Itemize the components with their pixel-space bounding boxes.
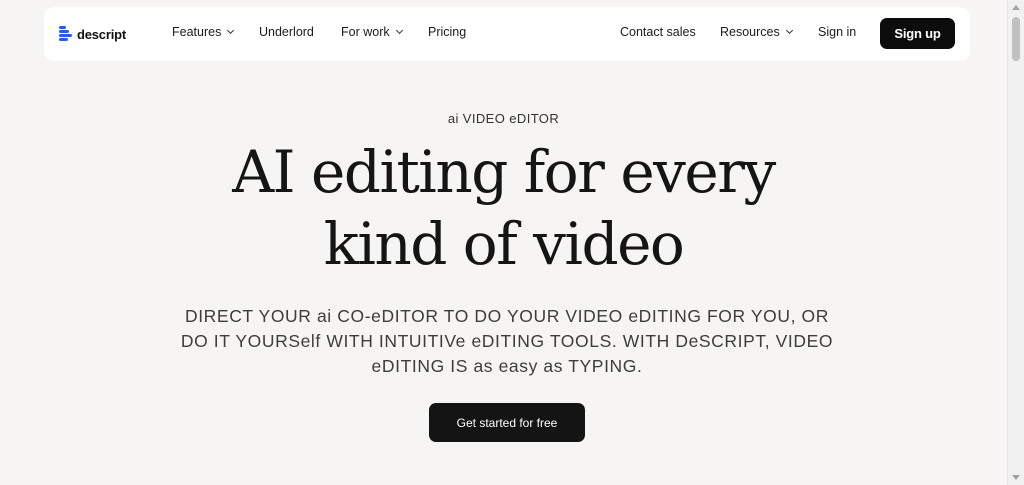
chevron-down-icon bbox=[395, 26, 403, 35]
chevron-down-icon bbox=[227, 26, 235, 35]
hero-headline-line-2: kind of video bbox=[323, 210, 685, 278]
brand-name: descript bbox=[77, 26, 126, 42]
get-started-button[interactable]: Get started for free bbox=[429, 403, 585, 442]
vertical-scrollbar[interactable] bbox=[1007, 0, 1024, 485]
descript-logo-icon bbox=[59, 26, 72, 42]
scrollbar-thumb[interactable] bbox=[1012, 17, 1020, 61]
sign-up-button[interactable]: Sign up bbox=[880, 18, 955, 49]
hero-headline-line-1: AI editing for every bbox=[232, 138, 776, 206]
nav-item-contact-sales[interactable]: Contact sales bbox=[620, 25, 696, 39]
scroll-down-arrow-icon[interactable] bbox=[1012, 475, 1020, 480]
top-navbar: descript Features Underlord For work Pri… bbox=[44, 7, 970, 61]
hero-headline: AI editing for every kind of video bbox=[0, 136, 1007, 280]
nav-item-label: Resources bbox=[720, 25, 780, 39]
hero-eyebrow: ai VIDEO eDITOR bbox=[447, 111, 560, 126]
nav-item-label: Pricing bbox=[428, 25, 467, 39]
nav-item-label: Features bbox=[172, 25, 222, 39]
brand-logo-link[interactable]: descript bbox=[59, 26, 126, 42]
nav-item-for-work[interactable]: For work bbox=[341, 25, 403, 39]
nav-item-features[interactable]: Features bbox=[172, 25, 235, 39]
nav-item-pricing[interactable]: Pricing bbox=[428, 25, 466, 39]
nav-item-label: Sign in bbox=[818, 25, 857, 39]
chevron-down-icon bbox=[785, 26, 793, 35]
nav-item-label: Contact sales bbox=[620, 25, 696, 39]
scroll-up-arrow-icon[interactable] bbox=[1012, 5, 1020, 10]
nav-item-underlord[interactable]: Underlord bbox=[259, 25, 314, 39]
nav-item-label: Underlord bbox=[259, 25, 314, 39]
nav-item-label: For work bbox=[341, 25, 390, 39]
nav-item-sign-in[interactable]: Sign in bbox=[818, 25, 856, 39]
hero-subtitle: DIRECT YOUR ai CO-eDITOR TO DO YOUR VIDE… bbox=[180, 306, 834, 376]
nav-item-resources[interactable]: Resources bbox=[720, 25, 793, 39]
